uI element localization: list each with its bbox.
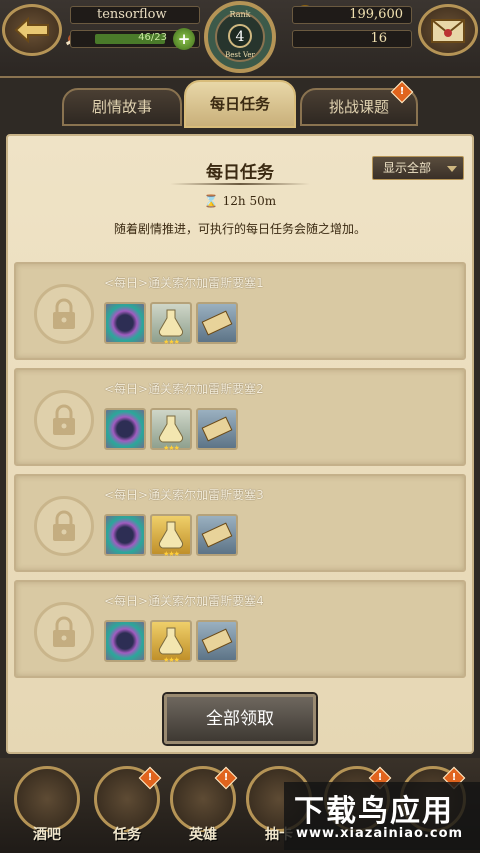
quest-card[interactable]: <每日>通关索尔加雷斯要塞2 ★★★ bbox=[14, 368, 466, 466]
username: tensorflow bbox=[70, 6, 200, 24]
badge-text: ! bbox=[147, 772, 153, 783]
orb-reward-icon[interactable] bbox=[104, 514, 146, 556]
rank-value: 4 bbox=[236, 29, 245, 45]
mail-icon bbox=[431, 19, 465, 43]
quest-name: <每日>通关索尔加雷斯要塞2 bbox=[104, 382, 264, 396]
quest-card[interactable]: <每日>通关索尔加雷斯要塞3 ★★★ bbox=[14, 474, 466, 572]
lock-icon bbox=[34, 496, 94, 556]
reward-items: ★★★ bbox=[104, 302, 238, 346]
quest-card[interactable]: <每日>通关索尔加雷斯要塞1 ★★★ bbox=[14, 262, 466, 360]
nav-quest-label: 任务 bbox=[113, 827, 141, 843]
scroll-reward-icon[interactable] bbox=[196, 302, 238, 344]
reset-timer: ⌛ 12h 50m bbox=[0, 194, 480, 208]
gold-value: 199,600 bbox=[292, 6, 412, 24]
mail-button[interactable] bbox=[418, 4, 478, 56]
rank-badge[interactable]: Rank 4 Best Ver bbox=[198, 0, 282, 74]
back-arrow-icon bbox=[14, 16, 49, 44]
panel-description: 随着剧情推进，可执行的每日任务会随之增加。 bbox=[113, 222, 366, 236]
filter-dropdown[interactable]: 显示全部 bbox=[372, 156, 464, 180]
stamina-value: 46/23 bbox=[138, 32, 167, 43]
potion-reward-icon[interactable]: ★★★ bbox=[150, 408, 192, 452]
potion-gold-reward-icon[interactable]: ★★★ bbox=[150, 620, 192, 664]
add-stamina-button[interactable]: + bbox=[173, 28, 195, 50]
timer-value: 12h 50m bbox=[222, 194, 277, 208]
tab-story[interactable]: 剧情故事 bbox=[62, 88, 182, 126]
reward-items: ★★★ bbox=[104, 514, 238, 558]
tab-challenge-label: 挑战课题 bbox=[328, 98, 389, 116]
orb-reward-icon[interactable] bbox=[104, 620, 146, 662]
orb-reward-icon[interactable] bbox=[104, 302, 146, 344]
quest-name: <每日>通关索尔加雷斯要塞4 bbox=[104, 594, 264, 608]
claim-all-button[interactable]: 全部领取 bbox=[164, 694, 316, 744]
gem-value: 16 bbox=[292, 30, 412, 48]
potion-reward-icon[interactable]: ★★★ bbox=[150, 302, 192, 346]
reward-items: ★★★ bbox=[104, 620, 238, 664]
daily-quest-panel: 每日任务 显示全部 ⌛ 12h 50m 随着剧情推进，可执行的每日任务会随之增加… bbox=[0, 128, 480, 758]
quest-name: <每日>通关索尔加雷斯要塞3 bbox=[104, 488, 264, 502]
watermark-url: www.xiazainiao.com bbox=[296, 826, 464, 841]
reward-items: ★★★ bbox=[104, 408, 238, 452]
lock-icon bbox=[34, 390, 94, 450]
quest-card[interactable]: <每日>通关索尔加雷斯要塞4 ★★★ bbox=[14, 580, 466, 678]
badge-text: ! bbox=[399, 86, 405, 97]
filter-label: 显示全部 bbox=[383, 161, 432, 175]
stamina-bar: 46/23 + bbox=[70, 28, 200, 50]
rank-sub: Best Ver bbox=[225, 51, 255, 59]
orb-reward-icon[interactable] bbox=[104, 408, 146, 450]
hourglass-icon: ⌛ bbox=[203, 194, 219, 208]
nav-tavern[interactable] bbox=[14, 766, 80, 832]
nav-hero-label: 英雄 bbox=[189, 827, 217, 843]
top-bar: tensorflow 46/23 + Rank 4 Best Ver 199,6… bbox=[0, 0, 480, 78]
scroll-reward-icon[interactable] bbox=[196, 620, 238, 662]
tab-bar: 剧情故事 每日任务 挑战课题 ! bbox=[0, 78, 480, 128]
scroll-reward-icon[interactable] bbox=[196, 514, 238, 556]
lock-icon bbox=[34, 602, 94, 662]
rank-label: Rank bbox=[230, 10, 251, 19]
title-divider bbox=[170, 183, 310, 185]
tab-daily[interactable]: 每日任务 bbox=[184, 80, 296, 128]
watermark-title: 下载鸟应用 bbox=[294, 794, 454, 829]
plus-icon: + bbox=[177, 30, 191, 48]
nav-tavern-label: 酒吧 bbox=[33, 827, 61, 843]
watermark: 下载鸟应用 www.xiazainiao.com bbox=[284, 782, 480, 850]
lock-icon bbox=[34, 284, 94, 344]
chevron-down-icon bbox=[447, 166, 457, 172]
scroll-reward-icon[interactable] bbox=[196, 408, 238, 450]
tab-story-label: 剧情故事 bbox=[91, 98, 152, 116]
quest-name: <每日>通关索尔加雷斯要塞1 bbox=[104, 276, 264, 290]
badge-text: ! bbox=[223, 772, 229, 783]
back-button[interactable] bbox=[2, 4, 62, 56]
tab-daily-label: 每日任务 bbox=[209, 95, 270, 113]
potion-gold-reward-icon[interactable]: ★★★ bbox=[150, 514, 192, 558]
